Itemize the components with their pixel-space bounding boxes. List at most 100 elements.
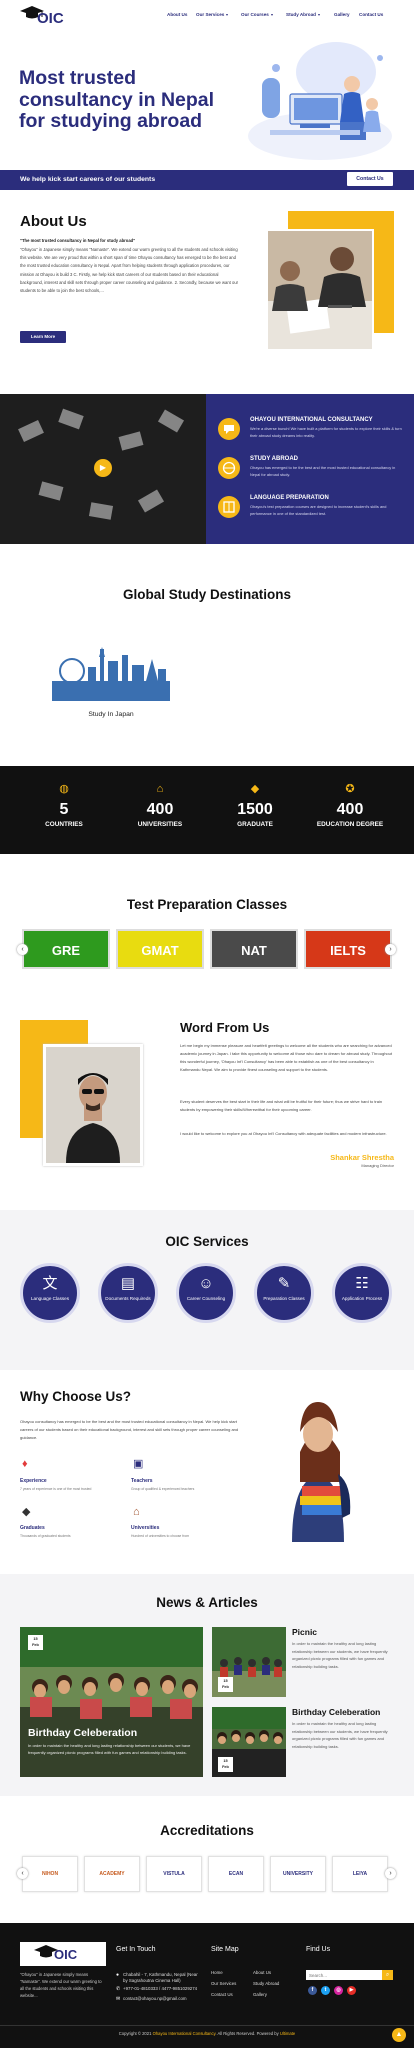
- youtube-icon[interactable]: ▶: [347, 1986, 356, 1995]
- footer-copyright: Copyright © 2021 Ohayou International Co…: [118, 2031, 296, 2036]
- news-picnic-image[interactable]: 15 Feb: [212, 1627, 286, 1697]
- why-graduates-sub: Thousands of graduated students: [20, 1534, 71, 1538]
- director-name: Shankar Shrestha: [330, 1153, 394, 1162]
- logo-text: OIC: [37, 10, 64, 27]
- feature-text: We're a diverse bunch! We have built a p…: [250, 426, 402, 438]
- news-birthday-title[interactable]: Birthday Celeberation: [292, 1707, 380, 1717]
- nav-about[interactable]: About Us: [167, 12, 187, 17]
- chevron-down-icon: ▾: [318, 12, 321, 17]
- test-card-gre[interactable]: GRE: [22, 929, 110, 969]
- graduation-cap-icon: ◆: [22, 1506, 31, 1518]
- word-title: Word From Us: [180, 1020, 270, 1035]
- destination-label[interactable]: Study In Japan: [52, 711, 170, 718]
- hero-section: Most trusted consultancy in Nepal for st…: [0, 32, 414, 170]
- feature-title: STUDY ABROAD: [250, 456, 299, 462]
- news-birthday-image[interactable]: 15 Feb: [212, 1707, 286, 1777]
- facebook-icon[interactable]: f: [308, 1986, 317, 1995]
- test-card-nat[interactable]: NAT: [210, 929, 298, 969]
- diamond-icon: ♦: [22, 1458, 28, 1470]
- graduation-cap-icon: ◆: [250, 783, 260, 795]
- stats-section: ◍ 5 COUNTRIES ⌂ 400 UNIVERSITIES ◆ 1500 GRADUA…: [0, 766, 414, 854]
- carousel-next-icon[interactable]: ›: [385, 1868, 396, 1879]
- footer-touch-title: Get In Touch: [116, 1946, 156, 1953]
- footer-sitemap-title: Site Map: [211, 1946, 239, 1953]
- video-section: ▶: [0, 394, 206, 544]
- accreditation-logo[interactable]: VISTULA: [146, 1856, 202, 1892]
- nav-contact[interactable]: Contact Us: [359, 12, 383, 17]
- preparation-icon: ✎: [277, 1275, 291, 1292]
- about-title: About Us: [20, 213, 87, 230]
- footer-link-study-abroad[interactable]: Study Abroad: [253, 1981, 279, 1986]
- director-role: Managing Director: [361, 1163, 394, 1168]
- accreditation-logo[interactable]: ACADEMY: [84, 1856, 140, 1892]
- phone-icon: ✆: [116, 1986, 121, 1992]
- university-icon: ⌂: [133, 1506, 140, 1518]
- carousel-prev-icon[interactable]: ‹: [17, 1868, 28, 1879]
- accreditation-logo[interactable]: UNIVERSITY: [270, 1856, 326, 1892]
- news-picnic-title[interactable]: Picnic: [292, 1627, 317, 1637]
- footer-search-input[interactable]: [306, 1970, 382, 1980]
- carousel-prev-icon[interactable]: ‹: [17, 944, 28, 955]
- email-icon: ✉: [116, 1996, 121, 2002]
- news-main-title[interactable]: Birthday Celeberation: [28, 1727, 137, 1739]
- footer-phone[interactable]: +977-01-4810333 / 4477-9851029274: [123, 1986, 197, 1991]
- footer-email[interactable]: contact@ohayou.np@gmail.com: [123, 1996, 187, 2001]
- accreditation-logo[interactable]: LEIYA: [332, 1856, 388, 1892]
- hero-illustration: [248, 42, 392, 160]
- service-language-classes[interactable]: 文 Language Classes: [20, 1263, 80, 1323]
- word-text-2: Every student deserves the best start in…: [180, 1099, 383, 1112]
- footer-link-home[interactable]: Home: [211, 1970, 223, 1975]
- medal-icon: ✪: [345, 783, 355, 795]
- powered-by-link[interactable]: Ultimate: [280, 2031, 295, 2036]
- stat-graduate: ◆ 1500 GRADUATE: [205, 782, 305, 828]
- news-picnic-text: In order to maintain the healthy and lon…: [292, 1641, 388, 1669]
- translate-icon: 文: [42, 1275, 58, 1292]
- site-logo[interactable]: OIC: [16, 3, 68, 29]
- footer-logo[interactable]: OIC: [20, 1942, 106, 1966]
- news-main-card[interactable]: 15 Feb Birthday Celeberation In order to …: [20, 1627, 203, 1777]
- service-preparation-classes[interactable]: ✎ Preparation Classes: [254, 1263, 314, 1323]
- teacher-icon: ▣: [133, 1458, 144, 1470]
- copyright-company-link[interactable]: Ohayou International Consultancy: [153, 2031, 216, 2036]
- contact-us-button[interactable]: Contact Us: [347, 172, 393, 186]
- why-teachers-sub: Group of qualified & experienced teacher…: [131, 1487, 195, 1491]
- stat-countries: ◍ 5 COUNTRIES: [14, 782, 114, 828]
- test-card-gmat[interactable]: GMAT: [116, 929, 204, 969]
- nav-courses[interactable]: Our Courses: [241, 12, 269, 17]
- accreditation-logo[interactable]: ECAN: [208, 1856, 264, 1892]
- banner-text: We help kick start careers of our studen…: [20, 176, 156, 183]
- book-icon: [218, 496, 240, 518]
- japan-skyline-image[interactable]: [52, 645, 170, 701]
- learn-more-button[interactable]: Learn More: [20, 331, 66, 343]
- footer-link-about[interactable]: About Us: [253, 1970, 271, 1975]
- service-application-process[interactable]: ☷ Application Process: [332, 1263, 392, 1323]
- test-card-ielts[interactable]: IELTS: [304, 929, 392, 969]
- globe-icon: ◍: [59, 783, 69, 795]
- service-career-counseling[interactable]: ☺ Career Counseling: [176, 1263, 236, 1323]
- footer-link-gallery[interactable]: Gallery: [253, 1992, 267, 1997]
- chevron-down-icon: ▾: [226, 12, 229, 17]
- service-documents[interactable]: ▤ Documents Requireds: [98, 1263, 158, 1323]
- accreditations-title: Accreditations: [160, 1823, 254, 1838]
- instagram-icon[interactable]: ◎: [334, 1986, 343, 1995]
- footer-about: "Ohayou" in Japanese simply means "Namas…: [20, 1972, 102, 1998]
- play-icon[interactable]: ▶: [94, 459, 112, 477]
- twitter-icon[interactable]: t: [321, 1986, 330, 1995]
- why-universities-sub: Hundred of universities to choose from: [131, 1534, 190, 1538]
- director-photo: [43, 1044, 143, 1166]
- accreditation-logo[interactable]: NIHON: [22, 1856, 78, 1892]
- nav-gallery[interactable]: Gallery: [334, 12, 350, 17]
- nav-services[interactable]: Our Services: [196, 12, 224, 17]
- search-icon[interactable]: ⌕: [382, 1970, 393, 1980]
- services-title: OIC Services: [165, 1234, 249, 1249]
- scroll-top-icon[interactable]: ▲: [392, 2028, 406, 2042]
- carousel-next-icon[interactable]: ›: [385, 944, 396, 955]
- why-experience-title: Experience: [20, 1478, 47, 1484]
- why-graduates-title: Graduates: [20, 1525, 45, 1531]
- footer-link-contact[interactable]: Contact Us: [211, 1992, 233, 1997]
- hero-title: Most trusted consultancy in Nepal for st…: [19, 67, 215, 132]
- footer-link-services[interactable]: Our Services: [211, 1981, 236, 1986]
- nav-study-abroad[interactable]: Study Abroad: [286, 12, 316, 17]
- why-teachers-title: Teachers: [131, 1478, 153, 1484]
- about-photo: [266, 229, 374, 351]
